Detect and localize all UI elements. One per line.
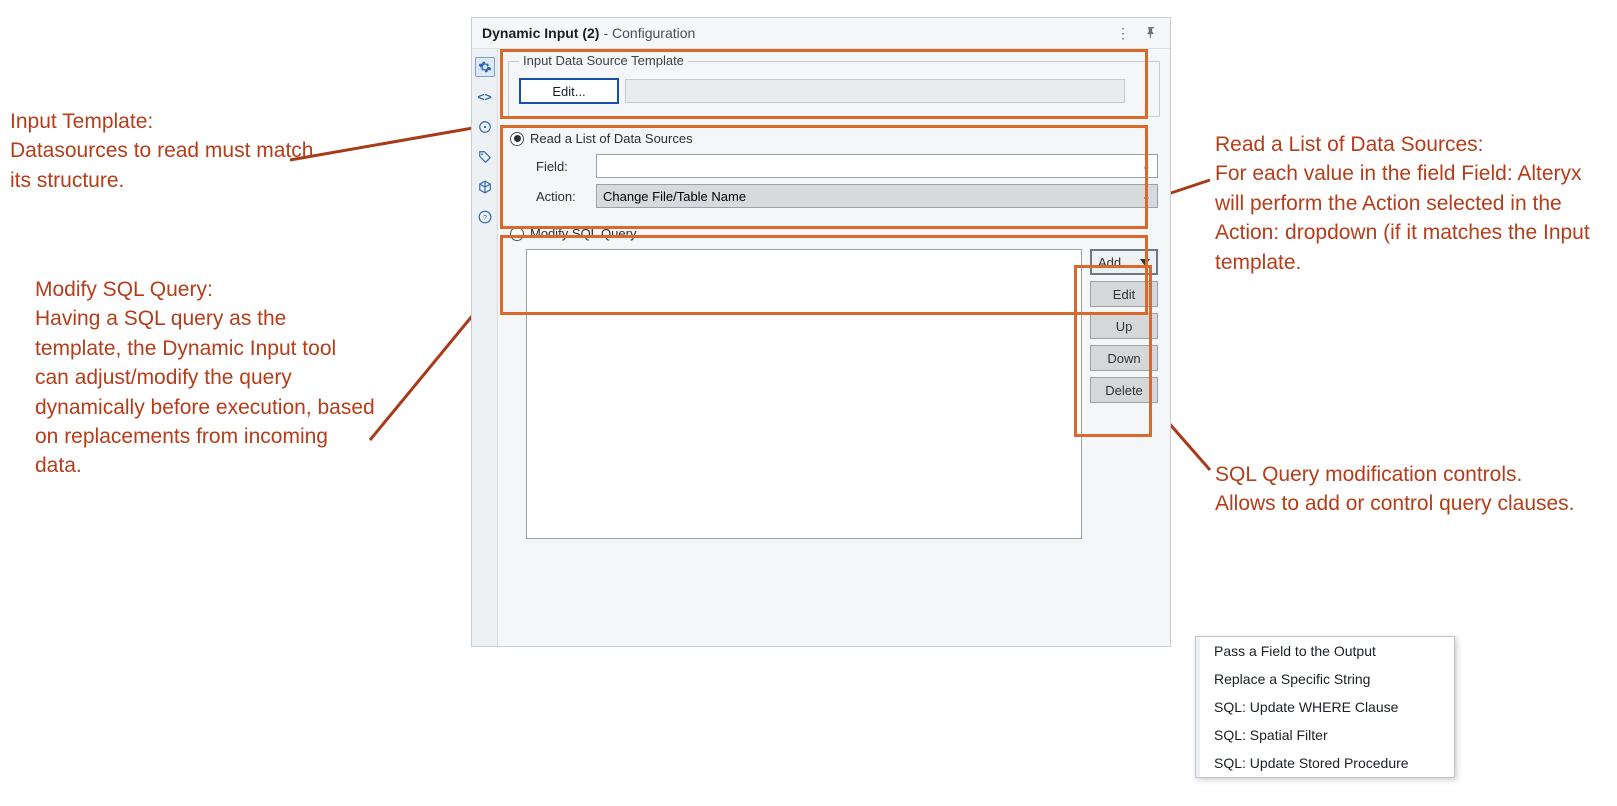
tab-tag-icon[interactable] [475, 147, 495, 167]
radio-modify-sql-label: Modify SQL Query [530, 226, 636, 241]
tab-xml-icon[interactable]: <> [475, 87, 495, 107]
delete-clause-button[interactable]: Delete [1090, 377, 1158, 403]
annotation-text: Modify SQL Query: Having a SQL query as … [35, 278, 375, 477]
down-clause-button[interactable]: Down [1090, 345, 1158, 371]
menu-item-update-where[interactable]: SQL: Update WHERE Clause [1196, 693, 1454, 721]
action-dropdown-value: Change File/Table Name [603, 189, 746, 204]
menu-item-spatial-filter[interactable]: SQL: Spatial Filter [1196, 721, 1454, 749]
annotation-sql-controls: SQL Query modification controls. Allows … [1215, 460, 1605, 519]
action-label: Action: [536, 189, 596, 204]
pin-icon[interactable] [1142, 24, 1160, 42]
radio-unselected-icon [510, 227, 524, 241]
panel-title: Dynamic Input (2) [482, 25, 599, 41]
tab-cube-icon[interactable] [475, 177, 495, 197]
modify-sql-section: Modify SQL Query Add Edit Up Down Delete [508, 222, 1160, 543]
up-clause-button[interactable]: Up [1090, 313, 1158, 339]
read-list-section: Read a List of Data Sources Field: ⌄ Act… [508, 127, 1160, 222]
template-group: Input Data Source Template Edit... [508, 61, 1160, 117]
sql-clause-list[interactable] [526, 249, 1082, 539]
add-context-menu: Pass a Field to the Output Replace a Spe… [1195, 636, 1455, 778]
annotation-input-template: Input Template: Datasources to read must… [10, 107, 330, 195]
annotation-text: Input Template: Datasources to read must… [10, 110, 313, 192]
annotation-read-list: Read a List of Data Sources: For each va… [1215, 130, 1605, 277]
panel-content: Input Data Source Template Edit... Read … [498, 49, 1170, 646]
menu-item-replace-string[interactable]: Replace a Specific String [1196, 665, 1454, 693]
action-dropdown[interactable]: Change File/Table Name ⌄ [596, 184, 1158, 208]
tab-anchor-icon[interactable] [475, 117, 495, 137]
menu-item-pass-field[interactable]: Pass a Field to the Output [1196, 637, 1454, 665]
chevron-down-icon: ⌄ [1142, 160, 1151, 173]
add-button-label: Add [1098, 255, 1121, 270]
radio-modify-sql[interactable]: Modify SQL Query [510, 226, 1158, 241]
radio-read-list-label: Read a List of Data Sources [530, 131, 693, 146]
add-clause-button[interactable]: Add [1090, 249, 1158, 275]
template-group-label: Input Data Source Template [519, 53, 688, 68]
side-tabs: <> ? [472, 49, 498, 646]
dropdown-triangle-icon [1140, 259, 1150, 266]
config-panel: Dynamic Input (2) - Configuration ⋮ <> ? [471, 17, 1171, 647]
tab-help-icon[interactable]: ? [475, 207, 495, 227]
svg-text:?: ? [482, 213, 486, 222]
tab-gear-icon[interactable] [475, 57, 495, 77]
radio-read-list[interactable]: Read a List of Data Sources [510, 131, 1158, 146]
sql-controls: Add Edit Up Down Delete [1090, 249, 1158, 539]
annotation-modify-sql: Modify SQL Query: Having a SQL query as … [35, 275, 375, 481]
menu-item-stored-proc[interactable]: SQL: Update Stored Procedure [1196, 749, 1454, 777]
kebab-icon[interactable]: ⋮ [1114, 24, 1132, 42]
chevron-down-icon: ⌄ [1142, 190, 1151, 203]
annotation-text: SQL Query modification controls. Allows … [1215, 463, 1575, 515]
panel-subtitle: - Configuration [603, 25, 695, 41]
field-dropdown[interactable]: ⌄ [596, 154, 1158, 178]
annotation-text: Read a List of Data Sources: For each va… [1215, 133, 1590, 274]
panel-header: Dynamic Input (2) - Configuration ⋮ [472, 18, 1170, 49]
edit-clause-button[interactable]: Edit [1090, 281, 1158, 307]
field-label: Field: [536, 159, 596, 174]
radio-selected-icon [510, 132, 524, 146]
template-path-field[interactable] [625, 79, 1125, 103]
edit-template-button[interactable]: Edit... [519, 78, 619, 104]
